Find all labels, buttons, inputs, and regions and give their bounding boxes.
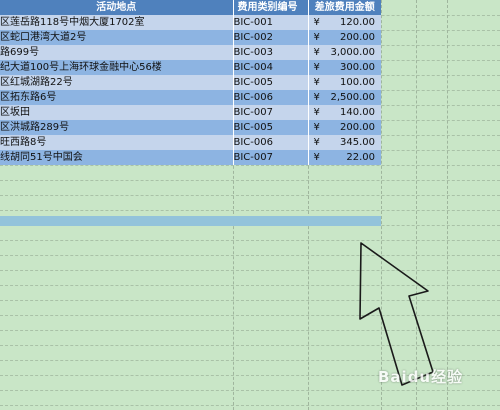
spreadsheet-area[interactable]: 活动地点 费用类别编号 差旅费用金额 区莲岳路118号中烟大厦1702室 BIC-…: [0, 0, 500, 410]
baidu-watermark: Baidu经验: [378, 368, 464, 386]
arrow-annotation-icon: [359, 242, 434, 386]
